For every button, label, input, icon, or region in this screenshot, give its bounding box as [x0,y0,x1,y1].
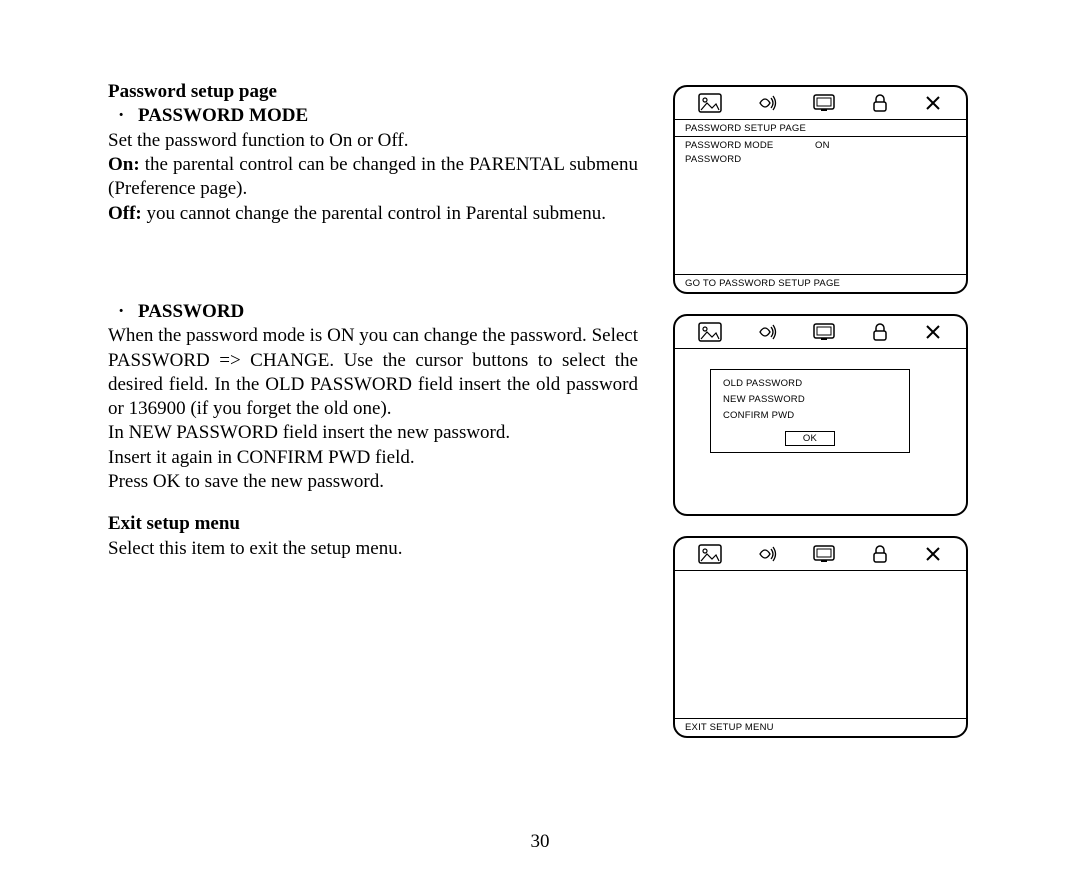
sound-icon [755,322,779,342]
inline-bold-off: Off: [108,203,142,224]
menu-row-password-mode: PASSWORD MODE ON [685,140,956,151]
paragraph: When the password mode is ON you can cha… [108,324,638,421]
menu-value: ON [815,140,830,151]
field-old-password: OLD PASSWORD [723,378,897,389]
field-confirm-pwd: CONFIRM PWD [723,410,897,421]
paragraph: Insert it again in CONFIRM PWD field. [108,446,638,470]
paragraph: Select this item to exit the setup menu. [108,537,638,561]
close-icon [923,93,943,113]
lock-icon [870,93,890,113]
picture-icon [698,322,722,342]
lock-icon [870,322,890,342]
bullet-dot: · [108,300,138,324]
text-column: Password setup page · PASSWORD MODE Set … [108,80,638,738]
sound-icon [755,93,779,113]
diagram-column: PASSWORD SETUP PAGE PASSWORD MODE ON PAS… [673,85,978,738]
bullet-password: · PASSWORD [108,300,638,324]
diagram-password-change: OLD PASSWORD NEW PASSWORD CONFIRM PWD OK [673,314,968,516]
diagram-title: PASSWORD SETUP PAGE [675,120,966,137]
ok-button: OK [785,431,835,446]
bullet-dot: · [108,104,138,128]
paragraph: Press OK to save the new password. [108,470,638,494]
heading-exit-setup-menu: Exit setup menu [108,512,638,536]
inline-text: you cannot change the parental control i… [142,203,606,224]
diagram-password-setup-page: PASSWORD SETUP PAGE PASSWORD MODE ON PAS… [673,85,968,294]
diagram-iconbar [675,316,966,349]
inline-bold-on: On: [108,154,140,175]
screen-icon [812,544,836,564]
page-number: 30 [0,831,1080,853]
screen-icon [812,93,836,113]
close-icon [923,544,943,564]
diagram-footer: GO TO PASSWORD SETUP PAGE [675,274,966,292]
diagram-footer: EXIT SETUP MENU [675,718,966,736]
bullet-password-mode: · PASSWORD MODE [108,104,638,128]
menu-label: PASSWORD [685,154,815,165]
paragraph: In NEW PASSWORD field insert the new pas… [108,421,638,445]
paragraph: Off: you cannot change the parental cont… [108,202,638,226]
menu-label: PASSWORD MODE [685,140,815,151]
screen-icon [812,322,836,342]
sound-icon [755,544,779,564]
diagram-menu: PASSWORD MODE ON PASSWORD [675,137,966,167]
password-dialog: OLD PASSWORD NEW PASSWORD CONFIRM PWD OK [710,369,910,453]
field-new-password: NEW PASSWORD [723,394,897,405]
bullet-label: PASSWORD MODE [138,104,308,128]
diagram-iconbar [675,87,966,120]
close-icon [923,322,943,342]
lock-icon [870,544,890,564]
diagram-exit-setup-menu: EXIT SETUP MENU [673,536,968,738]
paragraph: Set the password function to On or Off. [108,129,638,153]
bullet-label: PASSWORD [138,300,244,324]
inline-text: the parental control can be changed in t… [108,154,638,199]
picture-icon [698,93,722,113]
paragraph: On: the parental control can be changed … [108,153,638,202]
heading-password-setup-page: Password setup page [108,80,638,104]
menu-row-password: PASSWORD [685,154,956,165]
diagram-iconbar [675,538,966,571]
picture-icon [698,544,722,564]
